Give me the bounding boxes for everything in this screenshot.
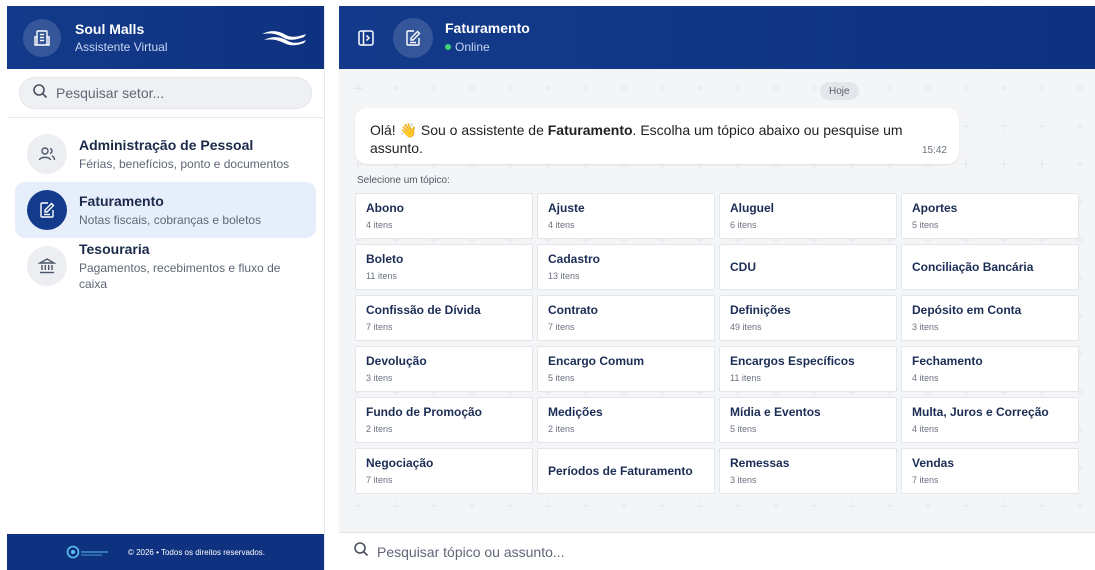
topic-card[interactable]: Abono 4 itens: [355, 193, 533, 239]
status-indicator: Online: [445, 39, 530, 55]
chat-panel: Faturamento Online Hoje Olá! 👋 Sou o ass…: [339, 6, 1095, 570]
date-divider-badge: Hoje: [820, 82, 859, 100]
building-icon: [23, 18, 61, 57]
topic-card[interactable]: Boleto 11 itens: [355, 244, 533, 290]
sidebar-footer: © 2026 • Todos os direitos reservados.: [7, 534, 324, 570]
topic-card[interactable]: Fechamento 4 itens: [901, 346, 1079, 392]
topic-card[interactable]: Períodos de Faturamento: [537, 448, 715, 494]
panel-toggle-icon: [358, 29, 374, 46]
sidebar-item-label: Administração de Pessoal: [79, 137, 254, 153]
sidebar-item-administracao-pessoal[interactable]: Administração de Pessoal Férias, benefíc…: [15, 126, 316, 182]
brand-logo-icon: [260, 28, 308, 53]
topic-card[interactable]: Aportes 5 itens: [901, 193, 1079, 239]
bot-message: Olá! 👋 Sou o assistente de Faturamento. …: [355, 108, 959, 164]
topic-card[interactable]: Contrato 7 itens: [537, 295, 715, 341]
chat-header: Faturamento Online: [339, 6, 1095, 69]
sector-search-input[interactable]: [56, 85, 299, 101]
topic-card[interactable]: Encargo Comum 5 itens: [537, 346, 715, 392]
edit-document-icon: [27, 190, 67, 230]
topic-card[interactable]: Aluguel 6 itens: [719, 193, 897, 239]
topic-card[interactable]: Definições 49 itens: [719, 295, 897, 341]
status-text: Online: [455, 40, 490, 54]
topic-search[interactable]: [339, 532, 1095, 570]
topic-card[interactable]: CDU: [719, 244, 897, 290]
topic-grid: Abono 4 itens Ajuste 4 itens Aluguel 6 iten…: [355, 193, 1081, 494]
sector-search[interactable]: [19, 77, 312, 109]
app-title: Soul Malls: [75, 20, 145, 37]
footer-logo-icon: [66, 545, 110, 559]
bank-icon: [27, 246, 67, 286]
search-icon: [32, 83, 48, 104]
search-icon: [353, 541, 369, 562]
edit-document-icon: [393, 17, 433, 58]
sidebar-header: Soul Malls Assistente Virtual: [7, 6, 324, 69]
topic-card[interactable]: Encargos Específicos 11 itens: [719, 346, 897, 392]
topic-card[interactable]: Vendas 7 itens: [901, 448, 1079, 494]
users-icon: [27, 134, 67, 174]
topic-select-label: Selecione um tópico:: [357, 175, 450, 186]
sidebar-item-faturamento[interactable]: Faturamento Notas fiscais, cobranças e b…: [15, 182, 316, 238]
topic-card[interactable]: Depósito em Conta 3 itens: [901, 295, 1079, 341]
sidebar-item-label: Tesouraria: [79, 241, 150, 257]
sector-list: Administração de Pessoal Férias, benefíc…: [7, 118, 324, 534]
topic-card[interactable]: Devolução 3 itens: [355, 346, 533, 392]
topic-card[interactable]: Confissão de Dívida 7 itens: [355, 295, 533, 341]
online-dot-icon: [445, 44, 451, 50]
sidebar-item-description: Notas fiscais, cobranças e boletos: [79, 213, 262, 227]
sidebar-toggle-button[interactable]: [355, 27, 377, 49]
message-time: 15:42: [921, 145, 947, 156]
topic-card[interactable]: Remessas 3 itens: [719, 448, 897, 494]
topic-card[interactable]: Medições 2 itens: [537, 397, 715, 443]
sidebar-item-label: Faturamento: [79, 193, 164, 209]
sidebar: Soul Malls Assistente Virtual Pesquisar …: [7, 6, 325, 570]
sidebar-item-description: Férias, benefícios, ponto e documentos: [79, 157, 290, 171]
topic-card[interactable]: Cadastro 13 itens: [537, 244, 715, 290]
topic-card[interactable]: Negociação 7 itens: [355, 448, 533, 494]
topic-card[interactable]: Mídia e Eventos 5 itens: [719, 397, 897, 443]
sidebar-item-description: Pagamentos, recebimentos e fluxo de caix…: [79, 261, 281, 291]
message-text: Olá! 👋 Sou o assistente de Faturamento. …: [370, 122, 903, 156]
topic-card[interactable]: Fundo de Promoção 2 itens: [355, 397, 533, 443]
topic-card[interactable]: Conciliação Bancária: [901, 244, 1079, 290]
copyright-text: © 2026 • Todos os direitos reservados.: [127, 547, 266, 557]
app-subtitle: Assistente Virtual: [75, 39, 168, 54]
topic-search-input[interactable]: [377, 543, 1081, 560]
sidebar-item-tesouraria[interactable]: Tesouraria Pagamentos, recebimentos e fl…: [15, 238, 316, 294]
chat-title: Faturamento: [445, 20, 530, 36]
chat-area[interactable]: Hoje Olá! 👋 Sou o assistente de Faturame…: [339, 69, 1095, 532]
topic-card[interactable]: Ajuste 4 itens: [537, 193, 715, 239]
topic-card[interactable]: Multa, Juros e Correção 4 itens: [901, 397, 1079, 443]
